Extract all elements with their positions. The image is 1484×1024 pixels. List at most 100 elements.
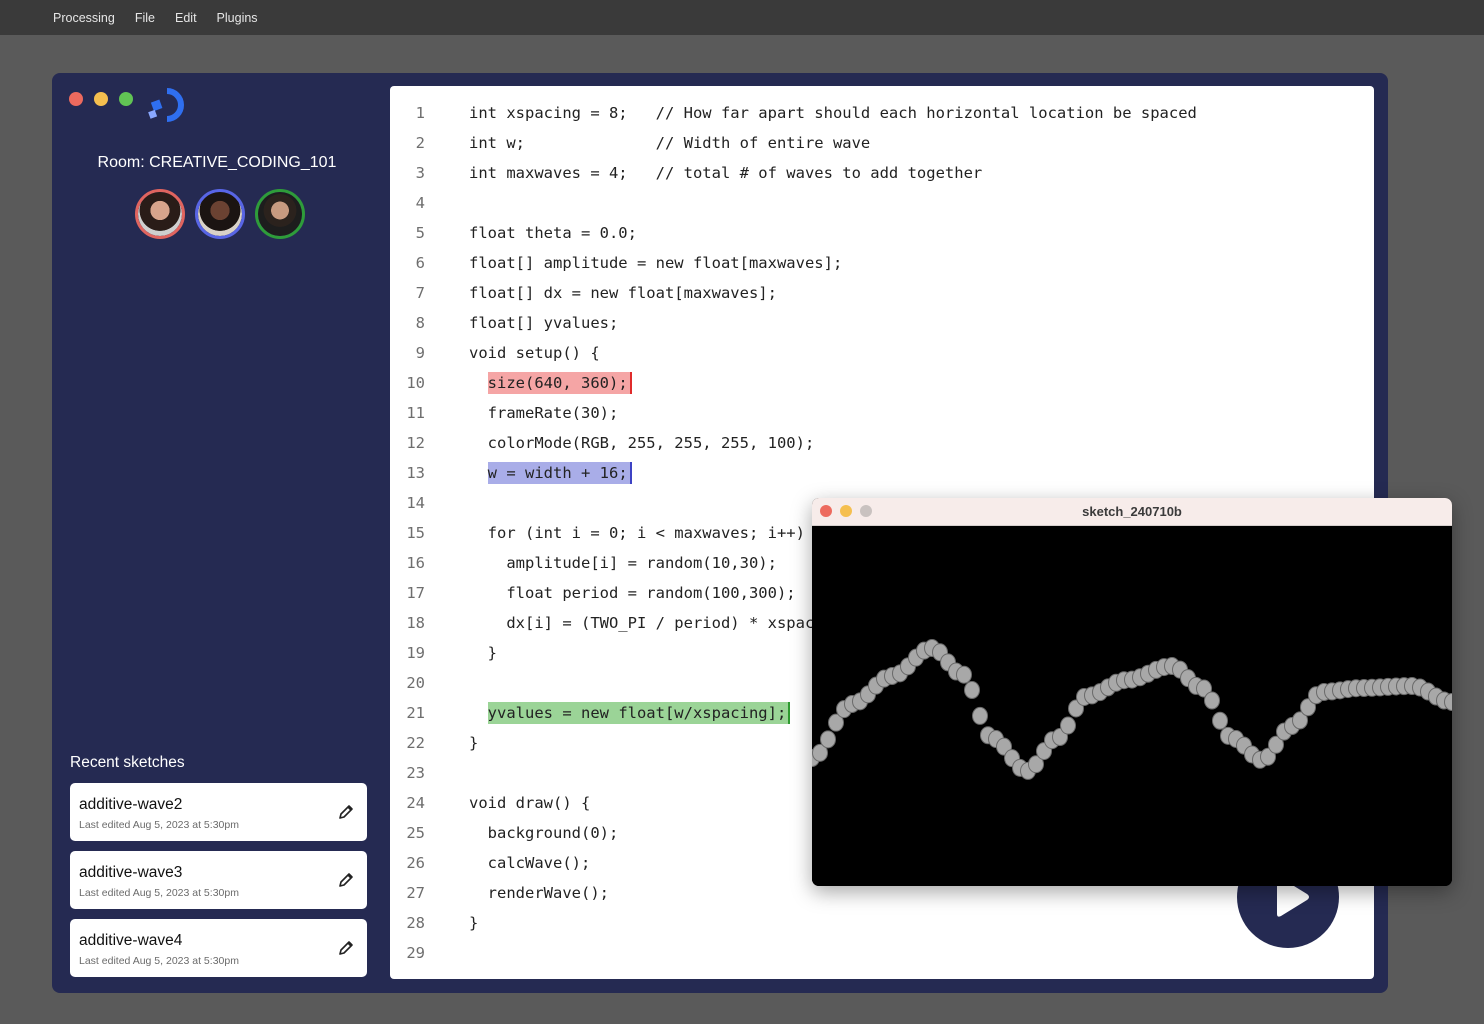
line-number: 25 [406, 824, 425, 842]
line-number: 15 [406, 524, 425, 542]
code-line: 11 frameRate(30); [390, 398, 1374, 428]
code-line: 10 size(640, 360); [390, 368, 1374, 398]
collaborator-avatars [135, 189, 315, 239]
code-text[interactable]: int xspacing = 8; // How far apart shoul… [469, 98, 1197, 128]
line-number: 9 [415, 344, 425, 362]
code-text[interactable]: for (int i = 0; i < maxwaves; i++) { [469, 518, 824, 548]
sketch-window[interactable]: sketch_240710b [812, 498, 1452, 886]
menu-bar: Processing File Edit Plugins [0, 0, 1484, 35]
code-text[interactable]: float period = random(100,300); [469, 578, 795, 608]
code-line: 28} [390, 908, 1374, 938]
code-line: 4 [390, 188, 1374, 218]
pencil-icon[interactable] [337, 939, 355, 957]
line-number: 6 [415, 254, 425, 272]
line-number: 17 [406, 584, 425, 602]
code-text[interactable]: renderWave(); [469, 878, 609, 908]
pencil-icon[interactable] [337, 803, 355, 821]
code-line: 5 float theta = 0.0; [390, 218, 1374, 248]
code-text[interactable]: amplitude[i] = random(10,30); [469, 548, 777, 578]
sketch-window-titlebar: sketch_240710b [812, 498, 1452, 526]
code-line: 7 float[] dx = new float[maxwaves]; [390, 278, 1374, 308]
code-text[interactable]: frameRate(30); [469, 398, 619, 428]
code-text[interactable]: void setup() { [469, 338, 600, 368]
avatar[interactable] [255, 189, 305, 239]
code-text[interactable]: float[] yvalues; [469, 308, 618, 338]
code-text[interactable]: yvalues = new float[w/xspacing]; [469, 698, 787, 728]
window-controls [69, 92, 144, 106]
code-line: 1 int xspacing = 8; // How far apart shou… [390, 98, 1374, 128]
code-text[interactable]: } [469, 728, 478, 758]
line-number: 28 [406, 914, 425, 932]
line-number: 21 [406, 704, 425, 722]
code-text[interactable]: colorMode(RGB, 255, 255, 255, 100); [469, 428, 815, 458]
code-text[interactable]: float theta = 0.0; [469, 218, 637, 248]
line-number: 13 [406, 464, 425, 482]
line-number: 14 [406, 494, 425, 512]
code-text[interactable]: float[] dx = new float[maxwaves]; [469, 278, 777, 308]
code-text[interactable]: float[] amplitude = new float[maxwaves]; [469, 248, 842, 278]
room-label: Room: CREATIVE_CODING_101 [97, 154, 337, 171]
line-number: 23 [406, 764, 425, 782]
sketch-edited-date: Last edited Aug 5, 2023 at 5:30pm [79, 887, 239, 899]
code-text[interactable]: calcWave(); [469, 848, 591, 878]
menu-edit[interactable]: Edit [175, 11, 197, 25]
line-number: 2 [415, 134, 425, 152]
sketch-name: additive-wave4 [79, 932, 183, 949]
code-text[interactable]: background(0); [469, 818, 619, 848]
line-number: 7 [415, 284, 425, 302]
collaborator-highlight: size(640, 360); [487, 372, 628, 394]
recent-sketches-title: Recent sketches [70, 754, 185, 771]
menu-file[interactable]: File [135, 11, 155, 25]
code-line: 12 colorMode(RGB, 255, 255, 255, 100); [390, 428, 1374, 458]
sketch-card[interactable]: additive-wave4 Last edited Aug 5, 2023 a… [70, 919, 367, 977]
avatar[interactable] [135, 189, 185, 239]
avatar[interactable] [195, 189, 245, 239]
menu-processing[interactable]: Processing [53, 11, 115, 25]
line-number: 10 [406, 374, 425, 392]
line-number: 22 [406, 734, 425, 752]
code-text[interactable]: int maxwaves = 4; // total # of waves to… [469, 158, 982, 188]
code-line: 29 [390, 938, 1374, 968]
code-text[interactable]: void draw() { [469, 788, 590, 818]
sketch-window-title: sketch_240710b [1082, 504, 1182, 519]
processing-logo-icon [148, 88, 184, 122]
menu-plugins[interactable]: Plugins [217, 11, 258, 25]
line-number: 1 [415, 104, 425, 122]
maximize-window-button[interactable] [119, 92, 133, 106]
sketch-card[interactable]: additive-wave2 Last edited Aug 5, 2023 a… [70, 783, 367, 841]
code-line: 9 void setup() { [390, 338, 1374, 368]
sketch-canvas [812, 526, 1452, 886]
code-line: 8 float[] yvalues; [390, 308, 1374, 338]
code-text[interactable]: } [469, 638, 497, 668]
code-line: 13 w = width + 16; [390, 458, 1374, 488]
line-number: 19 [406, 644, 425, 662]
line-number: 18 [406, 614, 425, 632]
sketch-name: additive-wave3 [79, 864, 183, 881]
line-number: 5 [415, 224, 425, 242]
line-number: 4 [415, 194, 425, 212]
line-number: 29 [406, 944, 425, 962]
sketch-card[interactable]: additive-wave3 Last edited Aug 5, 2023 a… [70, 851, 367, 909]
sketch-name: additive-wave2 [79, 796, 183, 813]
line-number: 27 [406, 884, 425, 902]
line-number: 8 [415, 314, 425, 332]
code-text[interactable]: } [469, 908, 478, 938]
close-window-button[interactable] [69, 92, 83, 106]
sketch-edited-date: Last edited Aug 5, 2023 at 5:30pm [79, 819, 239, 831]
sketch-edited-date: Last edited Aug 5, 2023 at 5:30pm [79, 955, 239, 967]
line-number: 24 [406, 794, 425, 812]
code-line: 2 int w; // Width of entire wave [390, 128, 1374, 158]
code-text[interactable]: w = width + 16; [469, 458, 628, 488]
code-text[interactable]: dx[i] = (TWO_PI / period) * xspacing; [469, 608, 851, 638]
minimize-window-button[interactable] [94, 92, 108, 106]
code-line: 6 float[] amplitude = new float[maxwaves]… [390, 248, 1374, 278]
line-number: 26 [406, 854, 425, 872]
line-number: 3 [415, 164, 425, 182]
pencil-icon[interactable] [337, 871, 355, 889]
line-number: 16 [406, 554, 425, 572]
code-text[interactable]: int w; // Width of entire wave [469, 128, 870, 158]
collaborator-highlight: yvalues = new float[w/xspacing]; [487, 702, 787, 724]
code-text[interactable]: size(640, 360); [469, 368, 628, 398]
collaborator-highlight: w = width + 16; [487, 462, 628, 484]
line-number: 20 [406, 674, 425, 692]
